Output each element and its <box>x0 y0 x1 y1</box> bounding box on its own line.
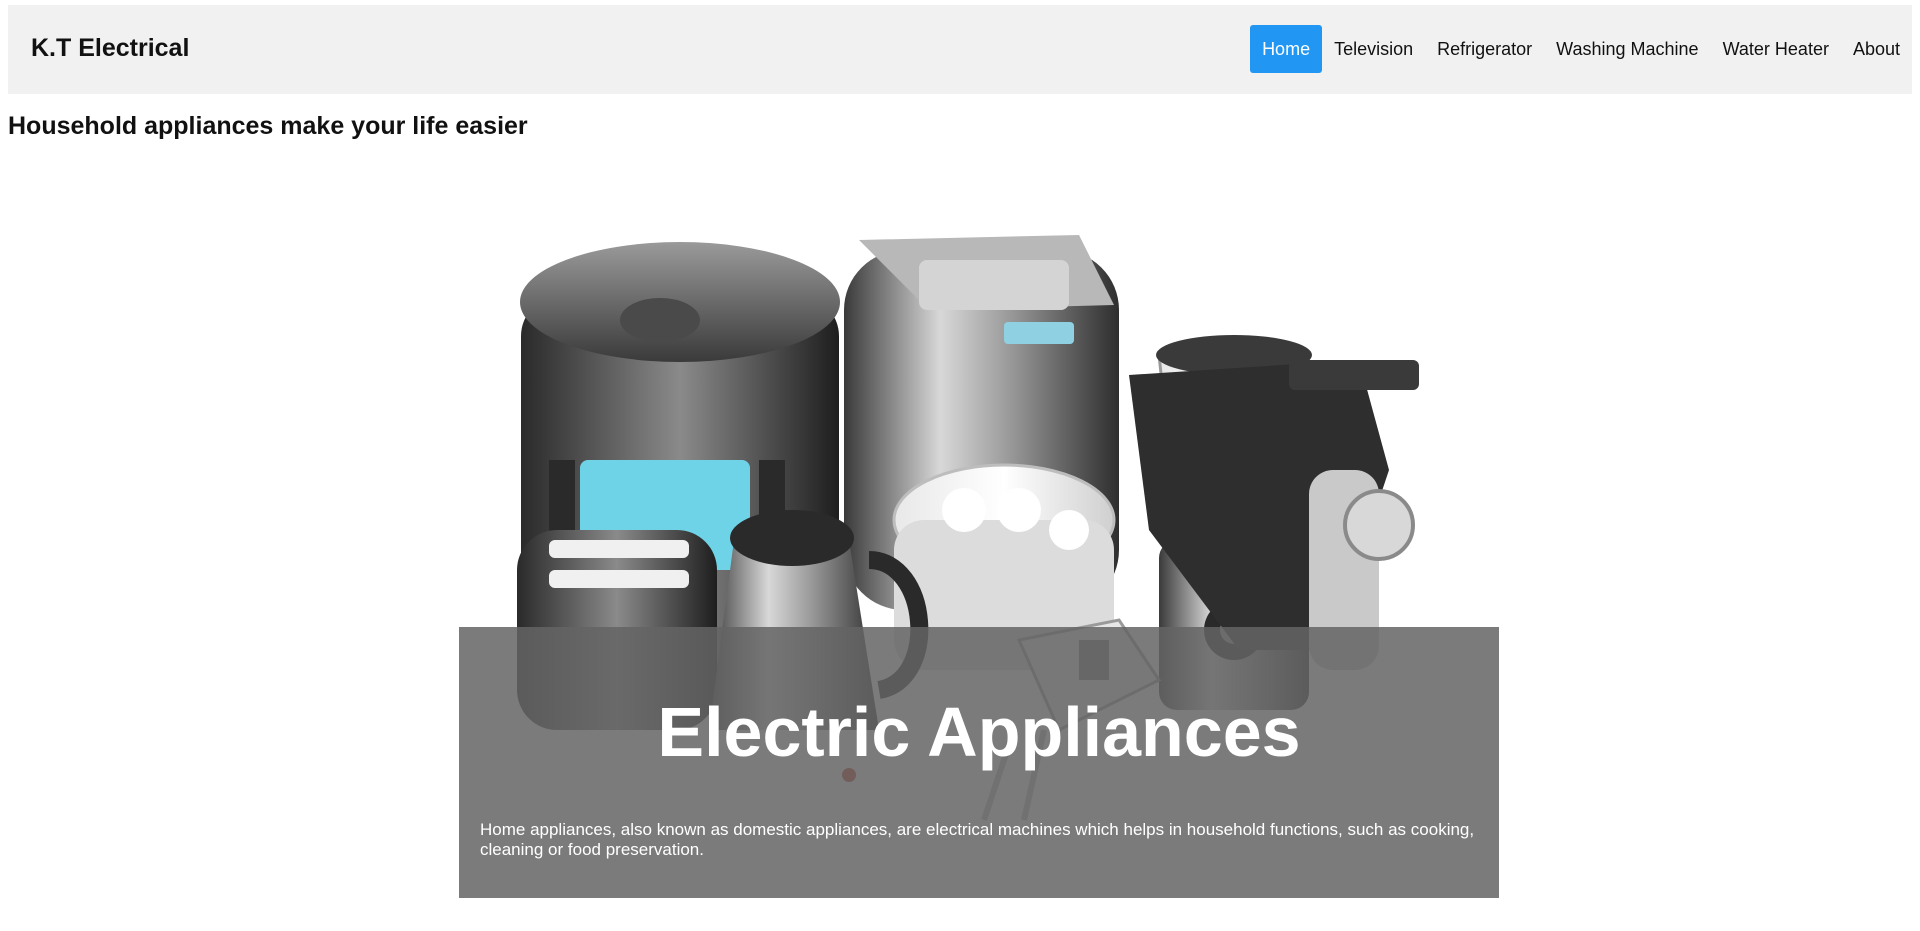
caption-title: Electric Appliances <box>657 693 1301 771</box>
nav-link-television[interactable]: Television <box>1322 25 1425 73</box>
nav-link-home[interactable]: Home <box>1250 25 1323 73</box>
site-brand[interactable]: K.T Electrical <box>31 36 189 61</box>
nav-link-water-heater[interactable]: Water Heater <box>1711 25 1841 73</box>
nav-link-refrigerator[interactable]: Refrigerator <box>1425 25 1544 73</box>
top-navbar: K.T Electrical Home Television Refrigera… <box>8 5 1912 94</box>
caption-text: Home appliances, also known as domestic … <box>480 820 1475 860</box>
nav-link-about[interactable]: About <box>1841 25 1912 73</box>
nav-link-washing-machine[interactable]: Washing Machine <box>1544 25 1710 73</box>
nav-links: Home Television Refrigerator Washing Mac… <box>1250 25 1912 73</box>
page-heading: Household appliances make your life easi… <box>8 112 528 140</box>
hero-caption: Electric Appliances Home appliances, als… <box>459 627 1499 898</box>
